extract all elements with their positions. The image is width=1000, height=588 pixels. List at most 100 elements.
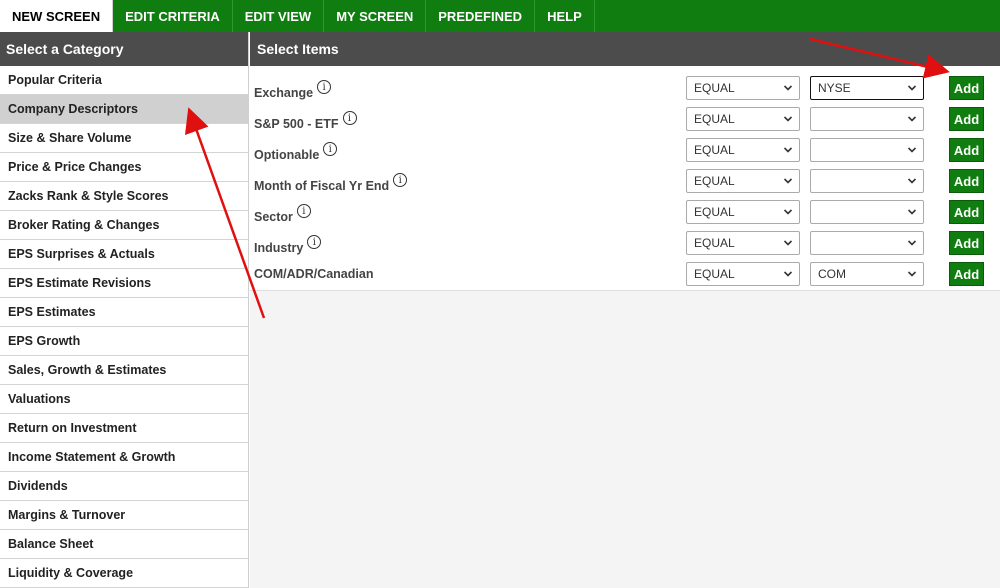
sidebar-item-valuations[interactable]: Valuations	[0, 385, 248, 414]
chevron-down-icon	[908, 178, 916, 184]
criteria-label-text: S&P 500 - ETF	[254, 117, 339, 131]
sidebar-item-eps-growth[interactable]: EPS Growth	[0, 327, 248, 356]
value-select[interactable]	[810, 107, 924, 131]
value-select[interactable]	[810, 138, 924, 162]
sidebar-item-income-statement-growth[interactable]: Income Statement & Growth	[0, 443, 248, 472]
criteria-row-optionable: Optionable i EQUAL Add	[250, 137, 1000, 168]
sidebar-item-broker-rating-changes[interactable]: Broker Rating & Changes	[0, 211, 248, 240]
tab-my-screen[interactable]: MY SCREEN	[324, 0, 427, 32]
criteria-label-text: Exchange	[254, 86, 314, 100]
criteria-row-sector: Sector i EQUAL Add	[250, 199, 1000, 230]
add-button[interactable]: Add	[949, 76, 984, 100]
chevron-down-icon	[784, 116, 792, 122]
tab-edit-view[interactable]: EDIT VIEW	[233, 0, 325, 32]
chevron-down-icon	[784, 271, 792, 277]
sidebar-item-price-price-changes[interactable]: Price & Price Changes	[0, 153, 248, 182]
sidebar-item-balance-sheet[interactable]: Balance Sheet	[0, 530, 248, 559]
info-icon[interactable]: i	[393, 173, 408, 187]
criteria-label: S&P 500 - ETF i	[254, 111, 357, 131]
criteria-label: COM/ADR/Canadian	[254, 267, 373, 281]
sidebar-item-return-on-investment[interactable]: Return on Investment	[0, 414, 248, 443]
sidebar-item-eps-estimate-revisions[interactable]: EPS Estimate Revisions	[0, 269, 248, 298]
top-nav: NEW SCREEN EDIT CRITERIA EDIT VIEW MY SC…	[0, 0, 1000, 32]
tab-new-screen[interactable]: NEW SCREEN	[0, 0, 114, 32]
sidebar-item-popular-criteria[interactable]: Popular Criteria	[0, 66, 248, 95]
operator-select[interactable]: EQUAL	[686, 200, 800, 224]
select-items-header: Select Items	[250, 32, 1000, 66]
criteria-label: Sector i	[254, 204, 311, 224]
chevron-down-icon	[908, 116, 916, 122]
info-icon[interactable]: i	[323, 142, 338, 156]
operator-select[interactable]: EQUAL	[686, 231, 800, 255]
criteria-label: Optionable i	[254, 142, 338, 162]
value-select[interactable]	[810, 169, 924, 193]
operator-select-value: EQUAL	[694, 81, 735, 95]
add-button[interactable]: Add	[949, 231, 984, 255]
operator-select-value: EQUAL	[694, 205, 735, 219]
info-icon[interactable]: i	[296, 204, 311, 218]
criteria-label-text: COM/ADR/Canadian	[254, 267, 374, 281]
sidebar-item-company-descriptors[interactable]: Company Descriptors	[0, 95, 248, 124]
criteria-label: Industry i	[254, 235, 322, 255]
tab-predefined[interactable]: PREDEFINED	[426, 0, 536, 32]
operator-select[interactable]: EQUAL	[686, 138, 800, 162]
select-items-panel: Select Items Exchange i EQUAL NYSE Add S&P 50…	[250, 32, 1000, 588]
chevron-down-icon	[784, 178, 792, 184]
criteria-row-com-adr-canadian: COM/ADR/Canadian EQUAL COM Add	[250, 261, 1000, 292]
chevron-down-icon	[784, 240, 792, 246]
chevron-down-icon	[908, 147, 916, 153]
criteria-row-industry: Industry i EQUAL Add	[250, 230, 1000, 261]
criteria-label: Month of Fiscal Yr End i	[254, 173, 408, 193]
category-list: Popular Criteria Company Descriptors Size …	[0, 66, 248, 588]
operator-select[interactable]: EQUAL	[686, 169, 800, 193]
operator-select-value: EQUAL	[694, 112, 735, 126]
chevron-down-icon	[784, 209, 792, 215]
sidebar-item-eps-surprises-actuals[interactable]: EPS Surprises & Actuals	[0, 240, 248, 269]
value-select[interactable]: COM	[810, 262, 924, 286]
value-select-value: NYSE	[818, 81, 851, 95]
chevron-down-icon	[784, 85, 792, 91]
value-select-value: COM	[818, 267, 846, 281]
value-select[interactable]	[810, 200, 924, 224]
chevron-down-icon	[784, 147, 792, 153]
category-header: Select a Category	[0, 32, 248, 66]
sidebar-item-size-share-volume[interactable]: Size & Share Volume	[0, 124, 248, 153]
tab-edit-criteria[interactable]: EDIT CRITERIA	[113, 0, 233, 32]
sidebar-item-sales-growth-estimates[interactable]: Sales, Growth & Estimates	[0, 356, 248, 385]
operator-select[interactable]: EQUAL	[686, 76, 800, 100]
category-sidebar: Select a Category Popular Criteria Compan…	[0, 32, 249, 588]
operator-select[interactable]: EQUAL	[686, 107, 800, 131]
criteria-label-text: Optionable	[254, 148, 320, 162]
sidebar-item-liquidity-coverage[interactable]: Liquidity & Coverage	[0, 559, 248, 588]
info-icon[interactable]: i	[307, 235, 322, 249]
criteria-label-text: Industry	[254, 241, 304, 255]
chevron-down-icon	[908, 85, 916, 91]
add-button[interactable]: Add	[949, 200, 984, 224]
criteria-row-exchange: Exchange i EQUAL NYSE Add	[250, 75, 1000, 106]
stock-screener-app: NEW SCREEN EDIT CRITERIA EDIT VIEW MY SC…	[0, 0, 1000, 588]
sidebar-item-margins-turnover[interactable]: Margins & Turnover	[0, 501, 248, 530]
criteria-row-month-of-fiscal-yr-end: Month of Fiscal Yr End i EQUAL Add	[250, 168, 1000, 199]
operator-select-value: EQUAL	[694, 267, 735, 281]
criteria-label-text: Month of Fiscal Yr End	[254, 179, 390, 193]
add-button[interactable]: Add	[949, 262, 984, 286]
criteria-row-s-p-500-etf: S&P 500 - ETF i EQUAL Add	[250, 106, 1000, 137]
add-button[interactable]: Add	[949, 107, 984, 131]
chevron-down-icon	[908, 209, 916, 215]
operator-select-value: EQUAL	[694, 174, 735, 188]
operator-select[interactable]: EQUAL	[686, 262, 800, 286]
sidebar-item-zacks-rank-style-scores[interactable]: Zacks Rank & Style Scores	[0, 182, 248, 211]
info-icon[interactable]: i	[342, 111, 357, 125]
value-select[interactable]	[810, 231, 924, 255]
tab-help[interactable]: HELP	[535, 0, 595, 32]
value-select[interactable]: NYSE	[810, 76, 924, 100]
sidebar-item-eps-estimates[interactable]: EPS Estimates	[0, 298, 248, 327]
add-button[interactable]: Add	[949, 138, 984, 162]
chevron-down-icon	[908, 240, 916, 246]
info-icon[interactable]: i	[317, 80, 332, 94]
sidebar-item-dividends[interactable]: Dividends	[0, 472, 248, 501]
add-button[interactable]: Add	[949, 169, 984, 193]
chevron-down-icon	[908, 271, 916, 277]
operator-select-value: EQUAL	[694, 236, 735, 250]
criteria-label-text: Sector	[254, 210, 293, 224]
